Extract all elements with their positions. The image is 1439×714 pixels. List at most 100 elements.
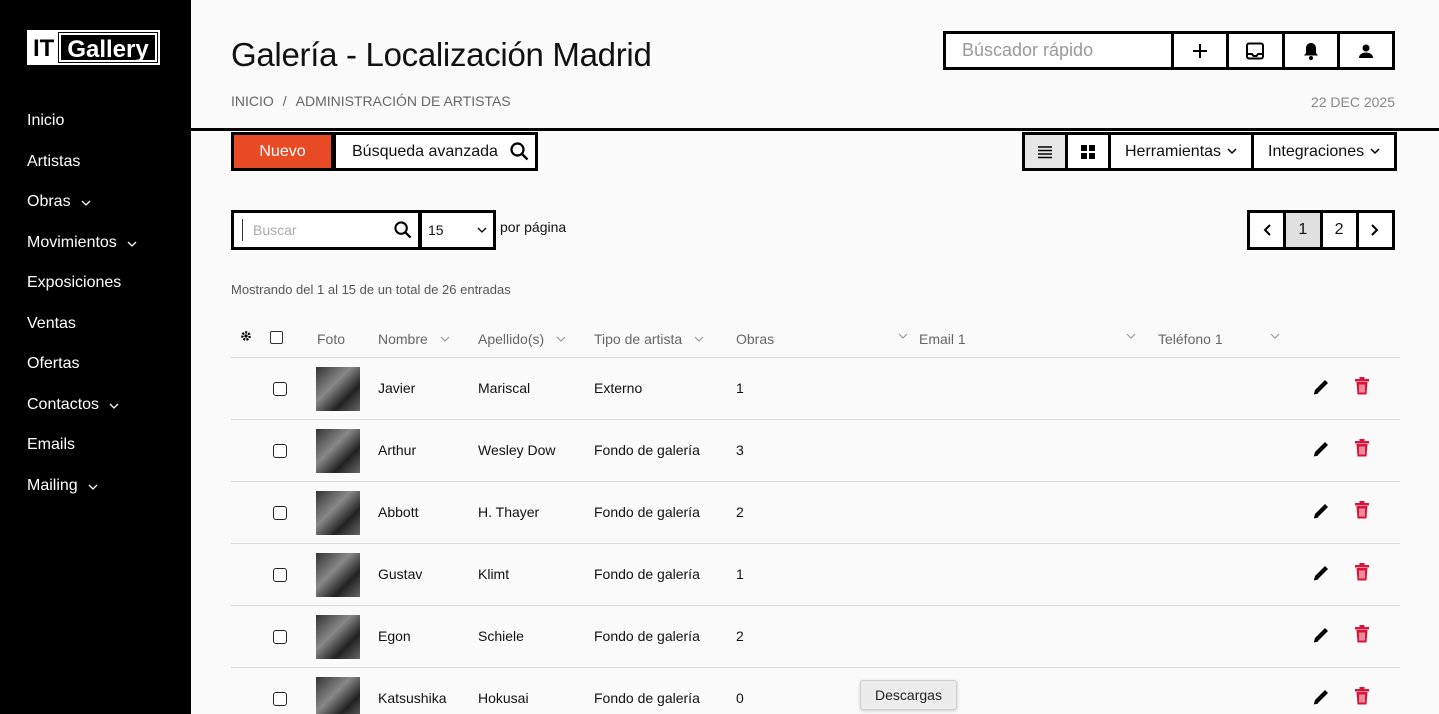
cell-nombre: Gustav [378,566,423,582]
table-row[interactable]: Egon Schiele Fondo de galería 2 [231,606,1400,668]
artist-photo [316,367,360,411]
column-header-foto: Foto [317,331,346,347]
next-page-button[interactable] [1359,213,1392,247]
sidebar-item-contactos[interactable]: Contactos [27,393,137,434]
edit-button[interactable] [1311,501,1331,524]
sidebar-item-emails[interactable]: Emails [27,433,137,474]
edit-button[interactable] [1311,439,1331,462]
row-checkbox[interactable] [273,506,287,520]
search-icon [510,142,529,161]
column-header-email[interactable]: Email 1 [919,331,966,347]
downloads-tooltip: Descargas [860,680,957,710]
quick-search-input[interactable]: Búscador rápido [946,34,1174,67]
list-view-button[interactable] [1025,135,1068,168]
table-row[interactable]: Arthur Wesley Dow Fondo de galería 3 [231,420,1400,482]
sidebar-item-movimientos[interactable]: Movimientos [27,231,137,272]
header-divider [191,128,1439,131]
table-header: Foto Nombre Apellido(s) Tipo de artista … [231,322,1400,358]
chevron-left-icon [1263,224,1271,236]
chevron-right-icon [1371,224,1379,236]
page-button-2[interactable]: 2 [1323,213,1359,247]
cell-apellidos: Schiele [478,628,524,644]
table-row[interactable]: Abbott H. Thayer Fondo de galería 2 [231,482,1400,544]
app-logo[interactable]: IT Gallery [27,30,160,65]
tools-label: Herramientas [1125,142,1222,160]
row-checkbox[interactable] [273,692,287,706]
artist-photo [316,491,360,535]
cell-nombre: Katsushika [378,690,447,706]
cell-tipo: Fondo de galería [594,442,700,458]
table-row[interactable]: Javier Mariscal Externo 1 [231,358,1400,420]
column-header-obras[interactable]: Obras [736,331,774,347]
advanced-search-button[interactable]: Búsqueda avanzada [333,132,538,171]
inbox-button[interactable] [1229,34,1285,67]
column-sort-obras[interactable] [886,331,908,342]
current-date: 22 DEC 2025 [1310,94,1395,110]
tools-dropdown[interactable]: Herramientas [1111,135,1255,168]
edit-button[interactable] [1311,687,1331,710]
table-row[interactable]: Katsushika Hokusai Fondo de galería 0 [231,668,1400,714]
delete-button[interactable] [1354,563,1370,584]
sidebar-item-mailing[interactable]: Mailing [27,474,137,515]
per-page-label: por página [500,219,567,235]
row-checkbox[interactable] [273,444,287,458]
breadcrumb-home[interactable]: INICIO [231,93,274,109]
column-settings-button[interactable] [240,330,252,342]
sidebar-item-obras[interactable]: Obras [27,190,137,231]
column-sort-telefono[interactable] [1258,331,1280,342]
edit-button[interactable] [1311,563,1331,586]
sidebar-item-ofertas[interactable]: Ofertas [27,352,137,393]
delete-button[interactable] [1354,439,1370,460]
pencil-icon [1313,690,1328,705]
integrations-label: Integraciones [1268,142,1365,160]
table-row[interactable]: Gustav Klimt Fondo de galería 1 [231,544,1400,606]
edit-button[interactable] [1311,377,1331,400]
column-header-tipo[interactable]: Tipo de artista [594,331,704,347]
cell-obras: 3 [736,442,744,458]
user-button[interactable] [1340,34,1392,67]
prev-page-button[interactable] [1250,213,1287,247]
row-checkbox[interactable] [273,382,287,396]
page-button-1[interactable]: 1 [1286,213,1323,247]
select-all-checkbox[interactable] [270,331,283,344]
row-checkbox[interactable] [273,630,287,644]
sidebar-item-inicio[interactable]: Inicio [27,109,137,150]
search-icon [394,221,412,239]
sidebar-item-ventas[interactable]: Ventas [27,312,137,353]
column-header-telefono[interactable]: Teléfono 1 [1158,331,1223,347]
integrations-dropdown[interactable]: Integraciones [1254,135,1394,168]
delete-button[interactable] [1354,377,1370,398]
sidebar-item-exposiciones[interactable]: Exposiciones [27,271,137,312]
search-input[interactable]: Buscar [231,210,421,250]
delete-button[interactable] [1354,501,1370,522]
chevron-down-icon [81,192,91,216]
cell-tipo: Fondo de galería [594,690,700,706]
artist-photo [316,677,360,714]
artist-photo [316,615,360,659]
trash-icon [1355,439,1369,457]
breadcrumb: INICIO / ADMINISTRACIÓN DE ARTISTAS [231,93,511,109]
delete-button[interactable] [1354,625,1370,646]
chevron-down-icon [440,334,450,345]
trash-icon [1355,563,1369,581]
per-page-select[interactable]: 15 [419,210,496,250]
cell-obras: 2 [736,504,744,520]
column-header-apellidos[interactable]: Apellido(s) [478,331,566,347]
column-sort-email[interactable] [1114,331,1136,342]
sidebar-item-artistas[interactable]: Artistas [27,150,137,191]
edit-button[interactable] [1311,625,1331,648]
inbox-icon [1246,42,1265,59]
new-button[interactable]: Nuevo [231,132,334,171]
notifications-button[interactable] [1285,34,1340,67]
row-checkbox[interactable] [273,568,287,582]
column-header-nombre[interactable]: Nombre [378,331,450,347]
cell-tipo: Fondo de galería [594,628,700,644]
grid-view-button[interactable] [1068,135,1111,168]
trash-icon [1355,377,1369,395]
pencil-icon [1313,566,1328,581]
cell-apellidos: H. Thayer [478,504,540,520]
add-button[interactable] [1174,34,1230,67]
breadcrumb-current: ADMINISTRACIÓN DE ARTISTAS [295,93,511,109]
chevron-down-icon [477,227,487,233]
delete-button[interactable] [1354,687,1370,708]
